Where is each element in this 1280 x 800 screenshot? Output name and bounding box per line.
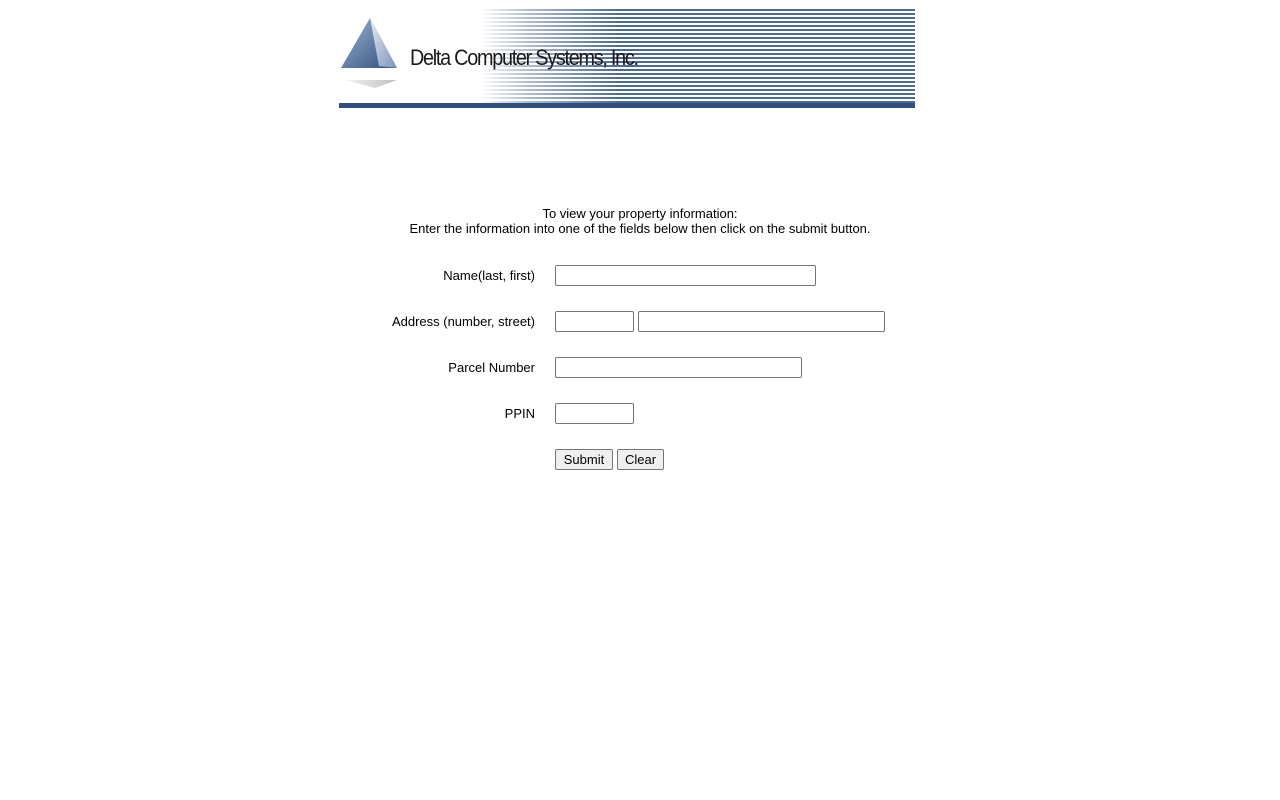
logo-triangle-icon [341, 18, 397, 88]
clear-button[interactable]: Clear [617, 449, 664, 470]
name-row: Name(last, first) [0, 265, 1280, 287]
parcel-row: Parcel Number [0, 357, 1280, 379]
submit-button[interactable]: Submit [555, 449, 613, 470]
name-label: Name(last, first) [443, 268, 535, 283]
address-row: Address (number, street) [0, 311, 1280, 333]
ppin-label: PPIN [504, 406, 535, 421]
intro-text: To view your property information: Enter… [0, 206, 1280, 236]
ppin-row: PPIN [0, 403, 1280, 425]
address-number-input[interactable] [555, 311, 634, 332]
parcel-label: Parcel Number [448, 360, 535, 375]
address-street-input[interactable] [638, 311, 885, 332]
name-input[interactable] [555, 265, 816, 286]
brand-name: Delta Computer Systems, Inc. [410, 45, 639, 70]
header-banner: Delta Computer Systems, Inc. [339, 8, 915, 108]
parcel-number-input[interactable] [555, 357, 802, 378]
ppin-input[interactable] [555, 403, 634, 424]
intro-line-1: To view your property information: [542, 206, 738, 221]
actions-row: Submit Clear [0, 449, 1280, 471]
intro-line-2: Enter the information into one of the fi… [409, 221, 871, 236]
address-label: Address (number, street) [391, 314, 535, 329]
